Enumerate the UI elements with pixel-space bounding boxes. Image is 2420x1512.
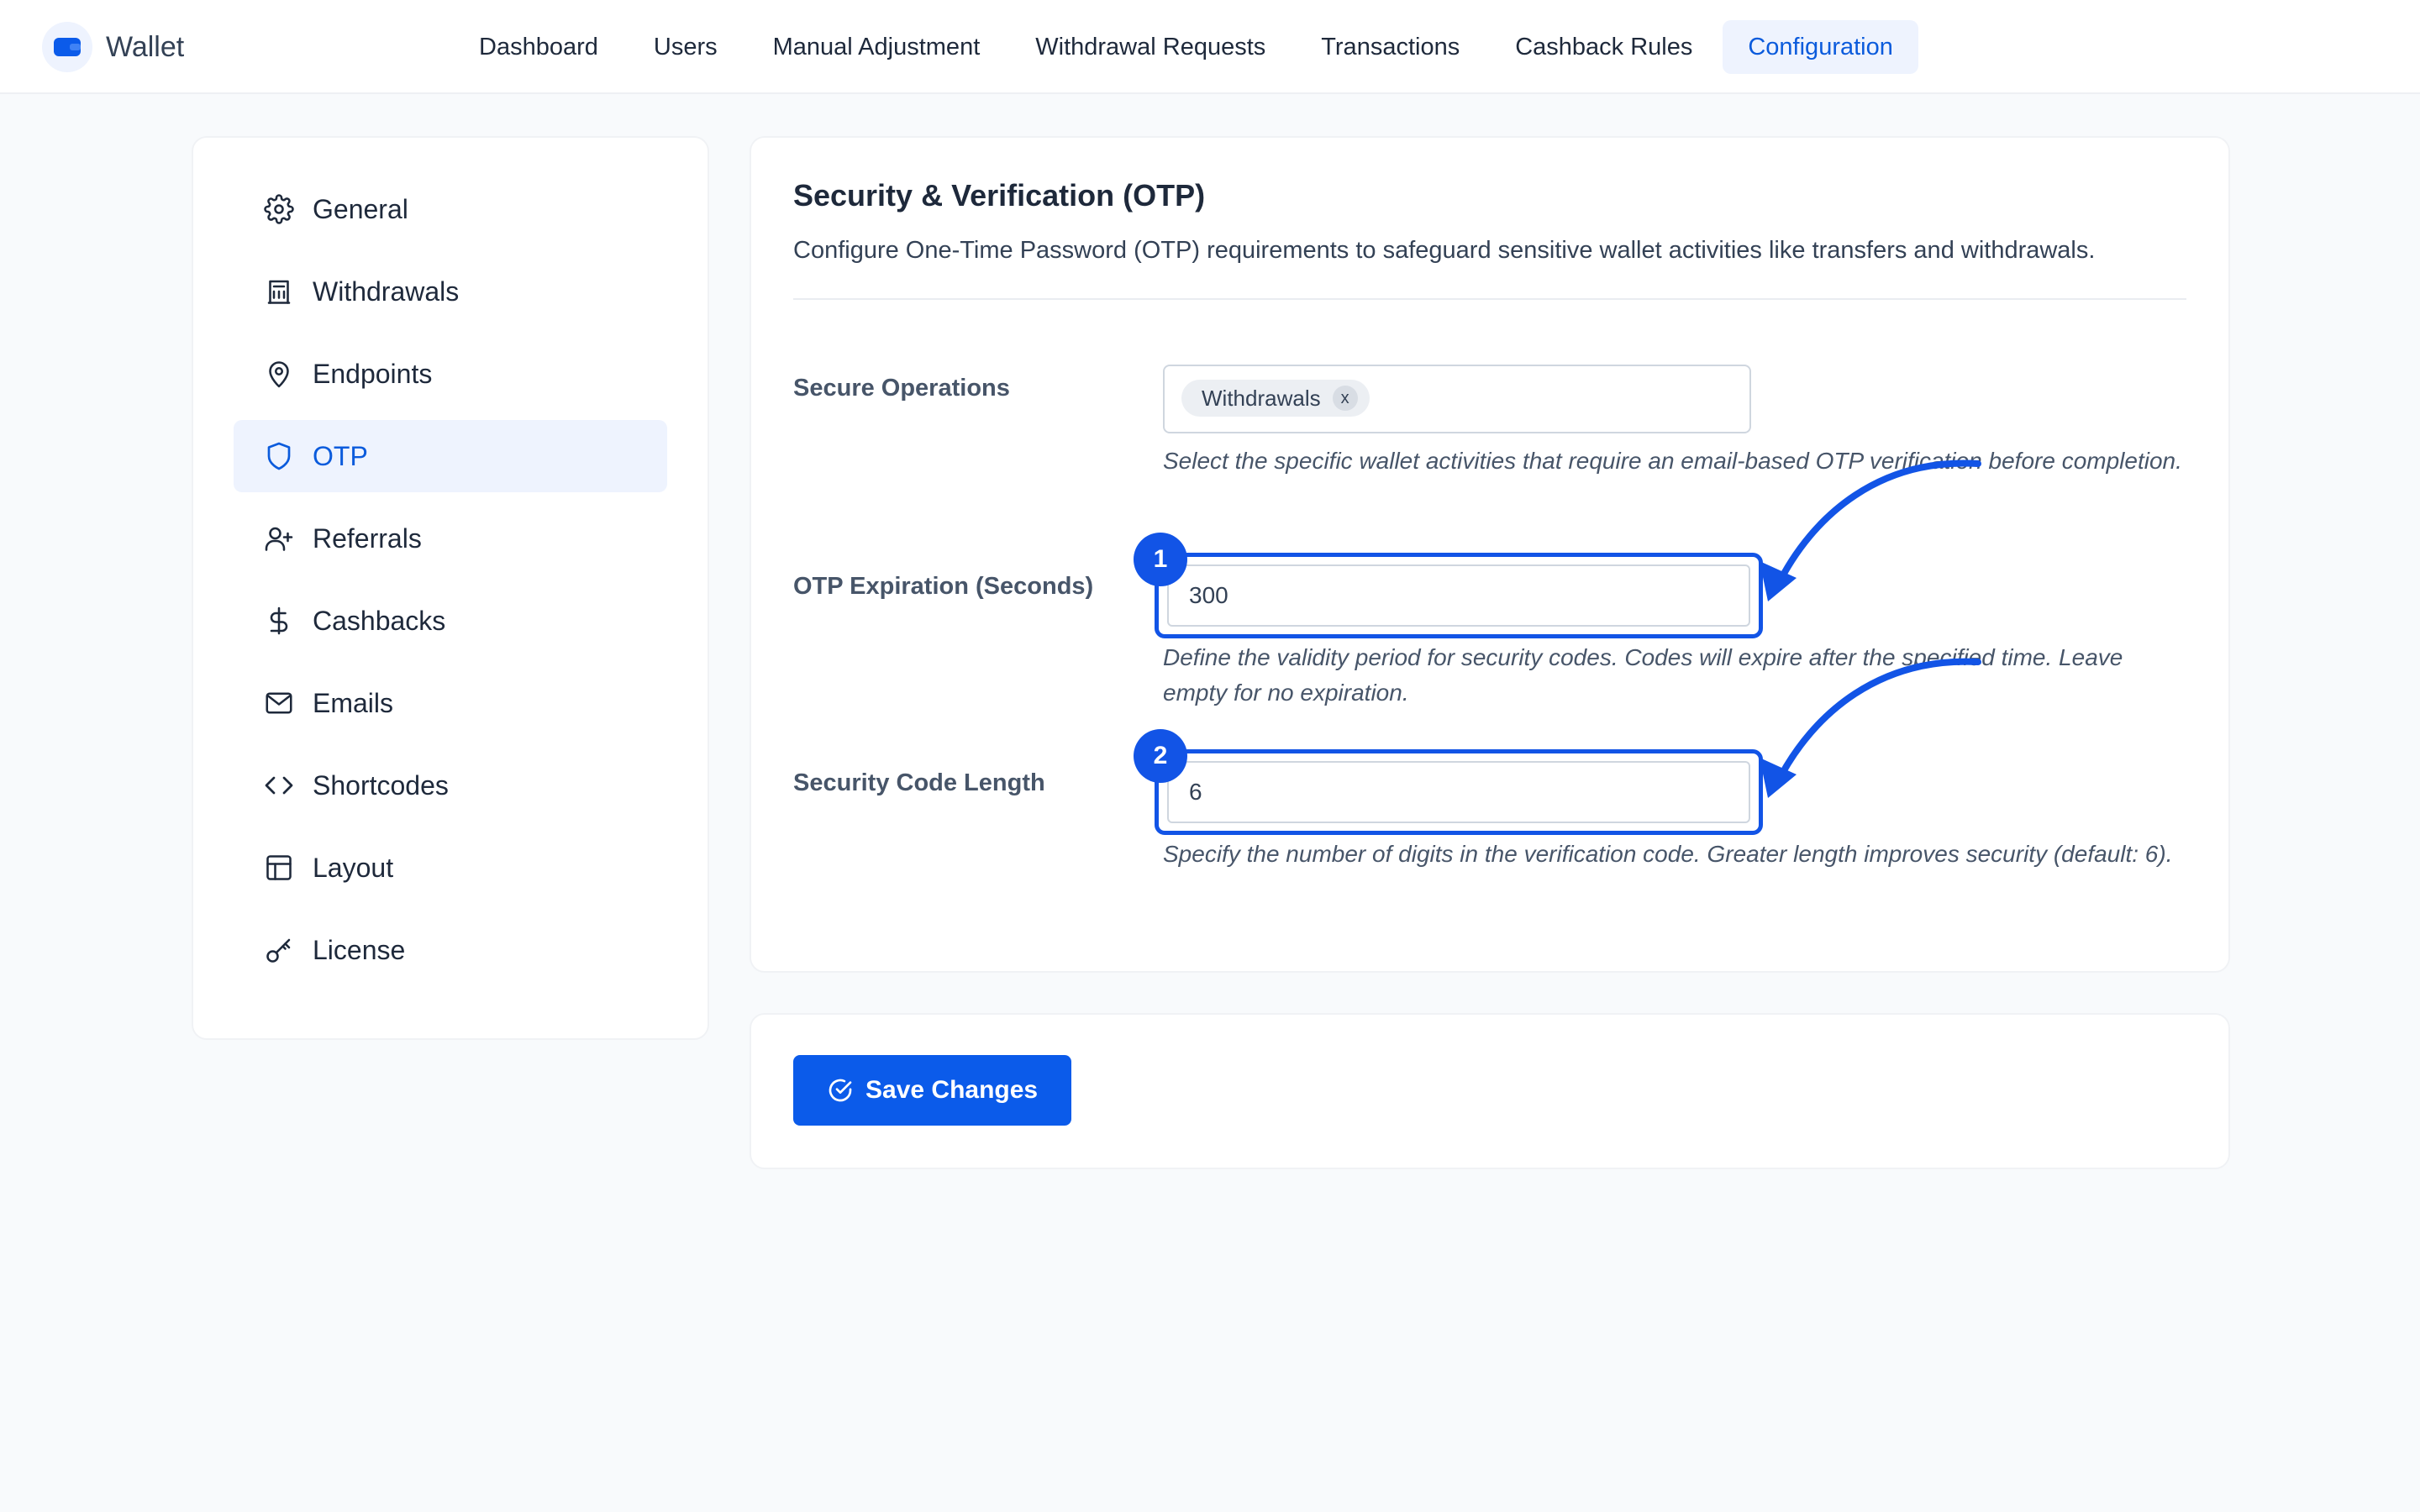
chip-remove-icon[interactable]: x — [1332, 386, 1358, 411]
otp-expiration-input[interactable] — [1167, 564, 1750, 627]
nav-transactions[interactable]: Transactions — [1296, 20, 1485, 74]
otp-settings-card: Security & Verification (OTP) Configure … — [750, 136, 2230, 973]
sidebar-item-label: Withdrawals — [313, 276, 460, 307]
sidebar-item-label: Endpoints — [313, 358, 433, 389]
nav-label: Transactions — [1321, 33, 1460, 60]
shield-icon — [262, 439, 296, 473]
check-circle-icon — [829, 1079, 852, 1102]
key-icon — [262, 933, 296, 967]
sidebar-item-withdrawals[interactable]: Withdrawals — [234, 255, 667, 328]
sidebar-item-cashbacks[interactable]: Cashbacks — [234, 585, 667, 657]
nav-cashback-rules[interactable]: Cashback Rules — [1490, 20, 1718, 74]
nav-withdrawal-requests[interactable]: Withdrawal Requests — [1010, 20, 1291, 74]
sidebar-item-general[interactable]: General — [234, 173, 667, 245]
gear-icon — [262, 192, 296, 226]
sidebar-item-license[interactable]: License — [234, 914, 667, 986]
nav-label: Manual Adjustment — [772, 33, 981, 60]
sidebar-item-label: Emails — [313, 687, 394, 718]
bank-icon — [262, 275, 296, 308]
code-length-help: Specify the number of digits in the veri… — [1163, 841, 2173, 867]
sidebar-item-endpoints[interactable]: Endpoints — [234, 338, 667, 410]
sidebar-item-label: General — [313, 193, 408, 224]
secure-operations-help: Select the specific wallet activities th… — [1163, 448, 2182, 474]
nav-users[interactable]: Users — [629, 20, 743, 74]
sidebar-item-layout[interactable]: Layout — [234, 832, 667, 904]
otp-expiration-highlight — [1155, 553, 1763, 638]
sidebar-item-otp[interactable]: OTP — [234, 420, 667, 492]
code-length-input[interactable] — [1167, 761, 1750, 823]
nav-label: Dashboard — [479, 33, 598, 60]
operation-chip: Withdrawals x — [1181, 380, 1370, 417]
save-card: Save Changes — [750, 1013, 2230, 1169]
sidebar-item-label: Cashbacks — [313, 605, 446, 636]
sidebar-item-emails[interactable]: Emails — [234, 667, 667, 739]
otp-expiration-help: Define the validity period for security … — [1163, 644, 2123, 706]
secure-operations-label: Secure Operations — [793, 375, 1010, 402]
nav-dashboard[interactable]: Dashboard — [454, 20, 623, 74]
sidebar-item-label: Referrals — [313, 522, 422, 554]
user-plus-icon — [262, 522, 296, 555]
sidebar-item-label: License — [313, 934, 406, 965]
nav-configuration[interactable]: Configuration — [1723, 20, 1918, 74]
annotation-badge-2: 2 — [1134, 729, 1187, 783]
sidebar-item-label: Layout — [313, 852, 394, 883]
layout-icon — [262, 851, 296, 885]
section-title: Security & Verification (OTP) — [793, 178, 1206, 213]
map-pin-icon — [262, 357, 296, 391]
secure-operations-select[interactable]: Withdrawals x — [1163, 365, 1751, 433]
brand[interactable]: Wallet — [42, 22, 184, 72]
save-changes-button[interactable]: Save Changes — [793, 1055, 1072, 1126]
otp-expiration-label: OTP Expiration (Seconds) — [793, 573, 1094, 600]
settings-sidebar: General Withdrawals Endpoints OTP Referr… — [192, 136, 709, 1040]
divider — [793, 298, 2186, 300]
dollar-icon — [262, 604, 296, 638]
code-length-label: Security Code Length — [793, 769, 1045, 796]
wallet-logo-icon — [42, 22, 92, 72]
nav-label: Configuration — [1748, 33, 1893, 60]
app-name: Wallet — [106, 30, 185, 63]
sidebar-item-referrals[interactable]: Referrals — [234, 502, 667, 575]
nav-manual-adjustment[interactable]: Manual Adjustment — [748, 20, 1006, 74]
code-length-highlight — [1155, 749, 1763, 835]
nav-label: Users — [653, 33, 718, 60]
annotation-badge-1: 1 — [1134, 533, 1187, 586]
sidebar-item-label: Shortcodes — [313, 769, 449, 801]
mail-icon — [262, 686, 296, 720]
save-changes-label: Save Changes — [865, 1076, 1039, 1104]
nav-label: Cashback Rules — [1515, 33, 1693, 60]
nav-label: Withdrawal Requests — [1035, 33, 1266, 60]
sidebar-item-label: OTP — [313, 440, 368, 471]
chip-label: Withdrawals — [1202, 385, 1321, 411]
main-nav: Dashboard Users Manual Adjustment Withdr… — [454, 20, 1918, 74]
sidebar-item-shortcodes[interactable]: Shortcodes — [234, 749, 667, 822]
top-navigation-bar: Wallet Dashboard Users Manual Adjustment… — [0, 0, 2420, 94]
code-icon — [262, 769, 296, 802]
section-description: Configure One-Time Password (OTP) requir… — [793, 237, 2096, 264]
